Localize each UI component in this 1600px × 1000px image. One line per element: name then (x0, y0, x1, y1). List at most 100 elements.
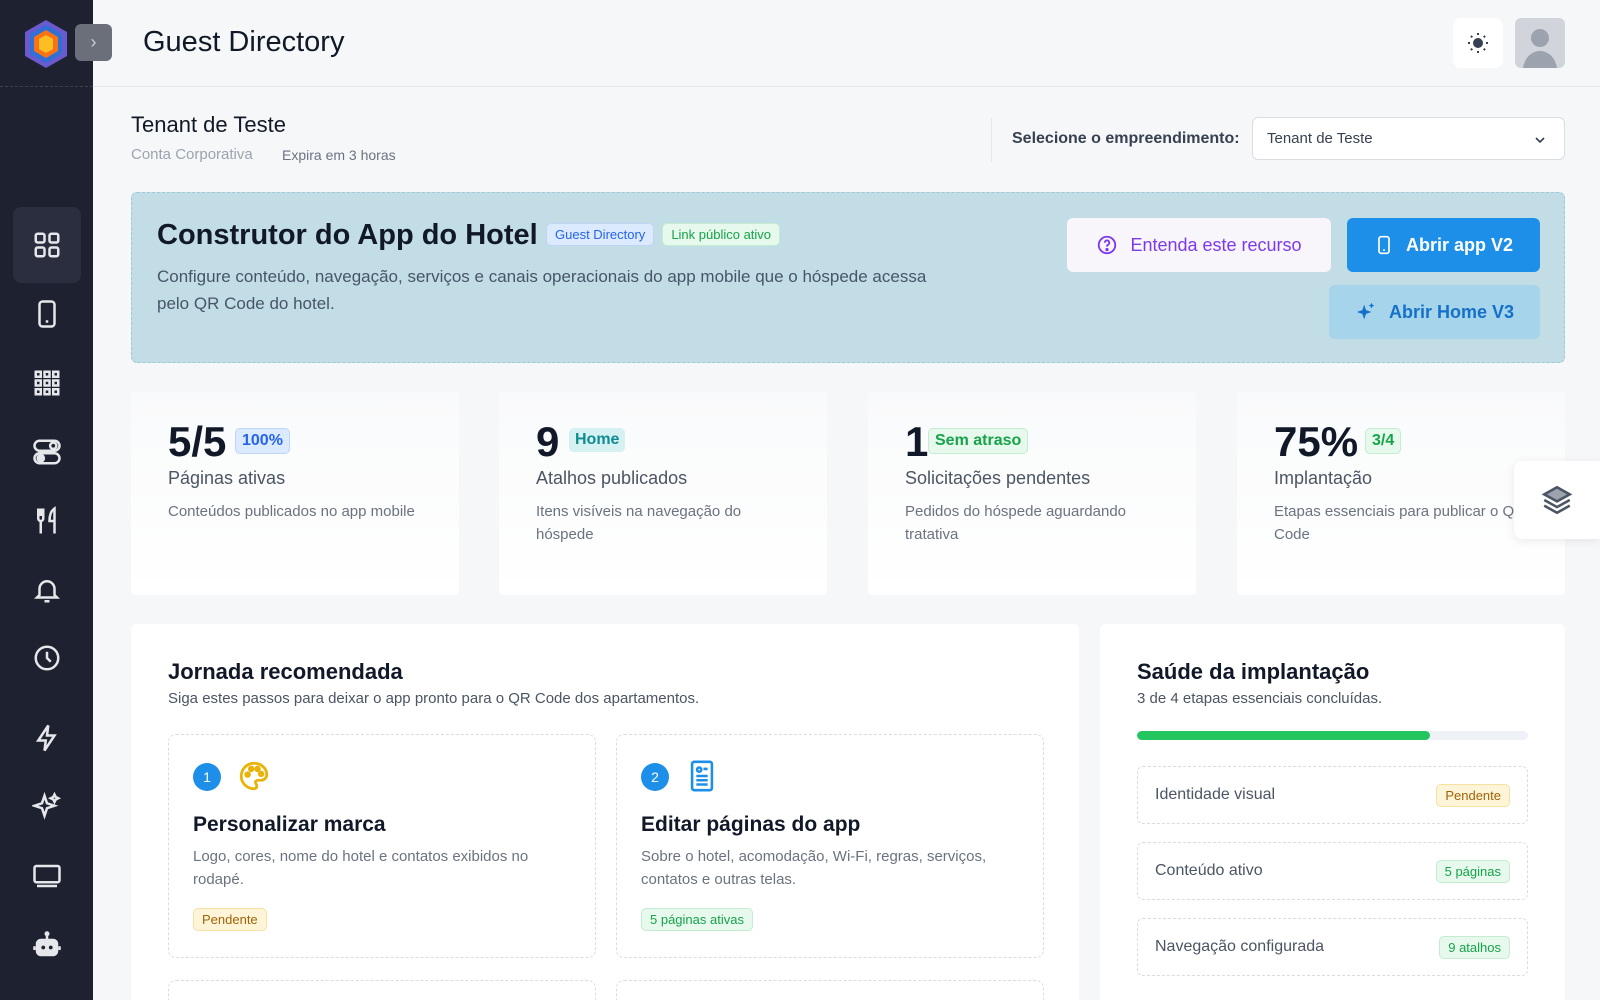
sidebar-item-history[interactable] (13, 620, 81, 696)
toggles-icon (33, 439, 61, 465)
avatar[interactable] (1515, 18, 1565, 68)
open-home-v3-button[interactable]: Abrir Home V3 (1329, 285, 1540, 339)
sidebar-item-settings[interactable] (13, 414, 81, 490)
app-logo[interactable] (22, 18, 70, 70)
health-panel: Saúde da implantação 3 de 4 etapas essen… (1100, 624, 1565, 1000)
floating-layers-button[interactable] (1514, 461, 1600, 539)
step-description: Logo, cores, nome do hotel e contatos ex… (193, 848, 529, 888)
stat-description: Conteúdos publicados no app mobile (168, 503, 415, 520)
bell-icon (33, 580, 61, 603)
stat-description: Pedidos do hóspede aguardando tratativa (905, 503, 1127, 543)
help-circle-icon (1098, 235, 1117, 255)
stat-description: Itens visíveis na navegação do hóspede (536, 503, 742, 543)
tenant-account-type: Conta Corporativa (131, 146, 253, 163)
stat-badge: 3/4 (1365, 428, 1402, 454)
sparkles-icon (1356, 302, 1375, 320)
journey-subtitle: Siga estes passos para deixar o app pron… (168, 690, 700, 707)
health-row-visual-identity: Identidade visual Pendente (1137, 766, 1528, 824)
dashboard-icon (34, 232, 60, 258)
sidebar: › (0, 0, 112, 1000)
sidebar-item-apps[interactable] (13, 345, 81, 421)
phone-icon (38, 300, 56, 328)
health-subtitle: 3 de 4 etapas essenciais concluídas. (1137, 690, 1383, 707)
lightning-icon (35, 724, 57, 752)
tenant-select-label: Selecione o empreendimento: (1012, 130, 1240, 147)
divider (991, 118, 992, 162)
stat-badge: Home (569, 428, 626, 452)
health-progress-bar (1137, 731, 1528, 740)
open-home-v3-label: Abrir Home V3 (1388, 301, 1515, 322)
sidebar-item-notifications[interactable] (13, 552, 81, 628)
public-link-badge: Link público ativo (662, 223, 781, 246)
sidebar-collapse-button[interactable]: › (75, 24, 112, 61)
understand-feature-button[interactable]: Entenda este recurso (1067, 218, 1331, 272)
stat-card-shortcuts: 9 Home Atalhos publicados Itens visíveis… (499, 392, 827, 595)
document-icon (690, 760, 714, 792)
sidebar-item-automations[interactable] (13, 700, 81, 776)
journey-title: Jornada recomendada (168, 659, 403, 684)
theme-toggle-button[interactable] (1453, 18, 1503, 68)
stat-badge: Sem atraso (928, 428, 1029, 454)
robot-icon (33, 931, 61, 957)
clock-icon (34, 645, 60, 671)
sidebar-item-ai[interactable] (13, 769, 81, 845)
understand-feature-label: Entenda este recurso (1130, 234, 1302, 255)
health-row-label: Identidade visual (1155, 786, 1276, 803)
step-number: 1 (193, 763, 221, 791)
sidebar-item-dashboard[interactable] (13, 207, 81, 283)
journey-step-brand[interactable]: 1 Personalizar marca Logo, cores, nome d… (168, 734, 596, 958)
stat-value: 5/5 (168, 418, 227, 465)
module-badge: Guest Directory (546, 223, 655, 246)
health-title: Saúde da implantação (1137, 659, 1370, 684)
hero-badges: Guest Directory Link público ativo (546, 223, 781, 246)
status-badge: 5 páginas ativas (641, 908, 753, 931)
sidebar-item-mobile[interactable] (13, 276, 81, 352)
hero-description: Configure conteúdo, navegação, serviços … (157, 267, 927, 313)
journey-step-next (168, 980, 596, 1000)
health-row-label: Conteúdo ativo (1155, 862, 1263, 879)
stat-badge: 100% (235, 428, 290, 454)
sidebar-item-display[interactable] (13, 838, 81, 914)
step-number: 2 (641, 763, 669, 791)
status-badge: 9 atalhos (1439, 936, 1510, 959)
status-badge: Pendente (1436, 784, 1510, 807)
status-badge: 5 páginas (1435, 860, 1510, 883)
health-row-navigation: Navegação configurada 9 atalhos (1137, 918, 1528, 976)
open-app-v2-button[interactable]: Abrir app V2 (1347, 218, 1540, 272)
journey-panel: Jornada recomendada Siga estes passos pa… (131, 624, 1079, 1000)
sparkles-icon (32, 792, 62, 820)
stat-title: Solicitações pendentes (905, 468, 1091, 488)
stat-description: Etapas essenciais para publicar o QR Cod… (1274, 503, 1525, 543)
palette-icon (239, 761, 269, 791)
user-avatar-icon (1523, 29, 1557, 68)
sidebar-item-restaurant[interactable] (13, 483, 81, 559)
health-row-content: Conteúdo ativo 5 páginas (1137, 842, 1528, 900)
stat-card-pages: 5/5 100% Páginas ativas Conteúdos public… (131, 392, 459, 595)
health-progress-fill (1137, 731, 1431, 740)
utensils-icon (37, 506, 56, 534)
journey-step-next (616, 980, 1044, 1000)
phone-icon (1378, 235, 1390, 255)
step-description: Sobre o hotel, acomodação, Wi-Fi, regras… (641, 848, 987, 888)
step-title: Editar páginas do app (641, 813, 861, 836)
hero-banner: Construtor do App do Hotel Guest Directo… (131, 192, 1565, 363)
stat-value: 9 (536, 418, 560, 465)
tenant-select-value: Tenant de Teste (1267, 130, 1373, 147)
stat-title: Páginas ativas (168, 468, 286, 488)
chevron-down-icon (1535, 137, 1545, 144)
health-row-label: Navegação configurada (1155, 938, 1325, 955)
open-app-v2-label: Abrir app V2 (1405, 234, 1514, 255)
journey-step-pages[interactable]: 2 Editar páginas do app Sobre o hotel, a… (616, 734, 1044, 958)
stat-title: Atalhos publicados (536, 468, 688, 488)
sidebar-item-bot[interactable] (13, 907, 81, 983)
monitor-icon (33, 864, 61, 888)
layers-icon (1541, 485, 1573, 515)
apps-grid-icon (34, 370, 60, 396)
chevron-right-icon: › (90, 32, 97, 52)
stat-title: Implantação (1274, 468, 1373, 488)
stat-card-requests: 1 Sem atraso Solicitações pendentes Pedi… (868, 392, 1196, 595)
stat-value: 1 (905, 418, 929, 465)
step-title: Personalizar marca (193, 813, 386, 836)
tenant-select[interactable]: Tenant de Teste (1252, 117, 1565, 160)
top-bar: Guest Directory (93, 0, 1600, 87)
